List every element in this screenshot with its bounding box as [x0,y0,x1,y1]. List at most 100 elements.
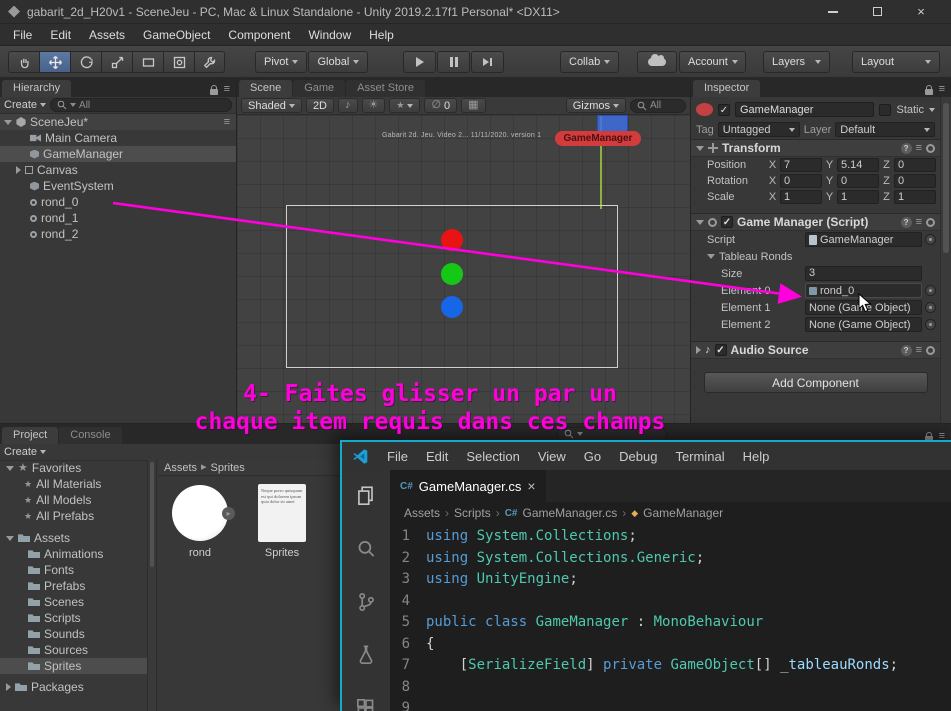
scene-viewport[interactable]: Gabarit 2d. Jeu. Video 2... 11/11/2020. … [237,115,690,423]
rotation-x-field[interactable]: 0 [780,174,822,188]
vscode-menu-terminal[interactable]: Terminal [667,449,732,464]
debug-icon[interactable] [354,643,378,672]
crumb-file[interactable]: GameManager.cs [523,506,618,520]
lock-icon[interactable] [925,89,933,95]
panel-menu-icon[interactable]: ≡ [224,84,230,95]
sprite-rond2[interactable] [441,296,463,318]
tab-asset-store[interactable]: Asset Store [346,80,425,97]
foldout-closed-icon[interactable] [16,166,21,174]
object-picker-icon[interactable] [925,319,936,330]
global-button[interactable]: Global [308,51,368,73]
create-button[interactable]: Create [4,99,46,111]
hierarchy-item-rond2[interactable]: rond_2 [0,226,236,242]
code-area[interactable]: 1using System.Collections; 2using System… [390,524,951,711]
audio-toggle-button[interactable]: ♪ [338,98,358,113]
help-icon[interactable]: ? [901,143,912,154]
layer-dropdown[interactable]: Default [835,122,935,137]
gamemanager-scene-label[interactable]: GameManager [555,131,641,146]
tab-game[interactable]: Game [293,80,345,97]
hierarchy-scene-row[interactable]: SceneJeu* ≡ [0,114,236,130]
hierarchy-search-input[interactable]: All [50,98,232,112]
close-tab-icon[interactable]: × [527,478,535,494]
object-picker-icon[interactable] [925,302,936,313]
sprite-expander-button[interactable]: ▸ [222,507,235,520]
transform-header[interactable]: Transform ? ≡ [691,139,940,157]
element-1-object-field[interactable]: None (Game Object) [805,300,922,315]
pivot-button[interactable]: Pivot [255,51,307,73]
scene-menu-icon[interactable]: ≡ [224,117,230,128]
hierarchy-item-gamemanager[interactable]: GameManager [0,146,236,162]
lock-icon[interactable] [210,89,218,95]
folder-prefabs[interactable]: Prefabs [0,578,156,594]
folder-scripts[interactable]: Scripts [0,610,156,626]
menu-window[interactable]: Window [299,28,360,42]
vscode-menu-go[interactable]: Go [576,449,609,464]
element-2-object-field[interactable]: None (Game Object) [805,317,922,332]
hierarchy-item-canvas[interactable]: Canvas [0,162,236,178]
favorite-all-models[interactable]: ★All Models [0,492,156,508]
size-field[interactable]: 3 [805,266,922,281]
asset-rond[interactable]: ▸ rond [164,482,236,559]
tag-dropdown[interactable]: Untagged [718,122,800,137]
menu-assets[interactable]: Assets [80,28,134,42]
search-filter-caret[interactable] [577,432,583,436]
object-picker-icon[interactable] [925,285,936,296]
step-button[interactable] [471,51,504,73]
move-tool-button[interactable] [39,51,70,73]
account-button[interactable]: Account [679,51,746,73]
foldout-open-icon[interactable] [696,220,704,225]
menu-component[interactable]: Component [219,28,299,42]
add-component-button[interactable]: Add Component [704,372,928,393]
scale-x-field[interactable]: 1 [780,190,822,204]
layout-button[interactable]: Layout [852,51,940,73]
favorites-row[interactable]: ★ Favorites [0,460,156,476]
menu-help[interactable]: Help [360,28,403,42]
favorite-all-prefabs[interactable]: ★All Prefabs [0,508,156,524]
folder-sprites[interactable]: Sprites [0,658,156,674]
tab-hierarchy[interactable]: Hierarchy [2,80,71,97]
scale-z-field[interactable]: 1 [894,190,936,204]
element-0-object-field[interactable]: rond_0 [805,283,922,298]
rect-tool-button[interactable] [132,51,163,73]
scrollbar-thumb[interactable] [150,462,154,567]
vscode-menu-file[interactable]: File [379,449,416,464]
create-button[interactable]: Create [4,446,46,458]
panel-menu-icon[interactable]: ≡ [939,84,945,95]
object-picker-icon[interactable] [925,234,936,245]
scale-y-field[interactable]: 1 [837,190,879,204]
component-enabled-checkbox[interactable]: ✓ [715,344,727,356]
maximize-button[interactable] [855,0,899,24]
foldout-open-icon[interactable] [6,466,14,471]
cloud-button[interactable] [637,51,677,73]
layers-button[interactable]: Layers [763,51,830,73]
hierarchy-item-rond0[interactable]: rond_0 [0,194,236,210]
sprite-rond1[interactable] [441,263,463,285]
gameobject-name-field[interactable]: GameManager [735,102,874,117]
source-control-icon[interactable] [354,590,378,619]
position-x-field[interactable]: 7 [780,158,822,172]
scale-tool-button[interactable] [101,51,132,73]
help-icon[interactable]: ? [901,217,912,228]
component-enabled-checkbox[interactable]: ✓ [721,216,733,228]
help-icon[interactable]: ? [901,345,912,356]
gameobject-label-icon[interactable] [696,103,713,116]
assets-root-row[interactable]: Assets [0,530,156,546]
scene-search-input[interactable]: All [630,99,686,113]
folder-animations[interactable]: Animations [0,546,156,562]
gear-icon[interactable] [926,346,935,355]
hand-tool-button[interactable] [8,51,39,73]
vscode-menu-help[interactable]: Help [735,449,778,464]
foldout-open-icon[interactable] [696,146,704,151]
active-checkbox[interactable]: ✓ [718,104,730,116]
position-y-field[interactable]: 5.14 [837,158,879,172]
packages-row[interactable]: Packages [0,679,156,695]
collab-button[interactable]: Collab [560,51,619,73]
presets-icon[interactable]: ≡ [916,217,922,228]
gear-icon[interactable] [926,218,935,227]
scrollbar-thumb[interactable] [943,103,949,253]
static-checkbox[interactable] [879,104,891,116]
tab-gamemanager-cs[interactable]: C# GameManager.cs × [390,470,547,502]
minimize-button[interactable] [811,0,855,24]
audio-source-header[interactable]: ♪ ✓ Audio Source ? ≡ [691,341,940,359]
shaded-dropdown[interactable]: Shaded [241,98,302,113]
